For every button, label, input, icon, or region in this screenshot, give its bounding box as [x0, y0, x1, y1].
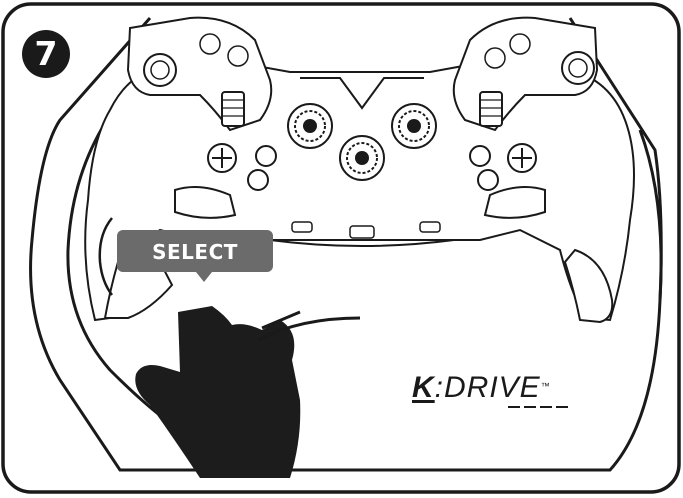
wheel-base-right	[638, 129, 663, 301]
right-button-lower	[477, 169, 499, 191]
right-dpad	[507, 143, 537, 173]
right-thumb-encoder	[479, 91, 503, 127]
step-number: 7	[34, 34, 58, 73]
right-button-upper	[469, 145, 491, 167]
left-rotary-knob	[287, 103, 333, 149]
center-rotary-knob	[339, 135, 385, 181]
left-dpad	[207, 143, 237, 173]
select-button-label: SELECT	[152, 240, 238, 264]
steering-wheel-illustration	[1, 2, 681, 494]
kdrive-logo: K:DRIVE™	[412, 370, 582, 406]
logo-drive: :DRIVE	[434, 371, 541, 404]
left-thumb-encoder	[221, 91, 245, 127]
select-callout-pointer	[196, 272, 212, 282]
left-button-upper	[255, 145, 277, 167]
left-button-lower	[247, 169, 269, 191]
right-rotary-knob	[391, 103, 437, 149]
logo-k: K	[412, 371, 435, 404]
right-paddle-knob	[561, 51, 595, 85]
left-paddle-knob	[143, 53, 177, 87]
logo-trademark: ™	[540, 381, 551, 391]
